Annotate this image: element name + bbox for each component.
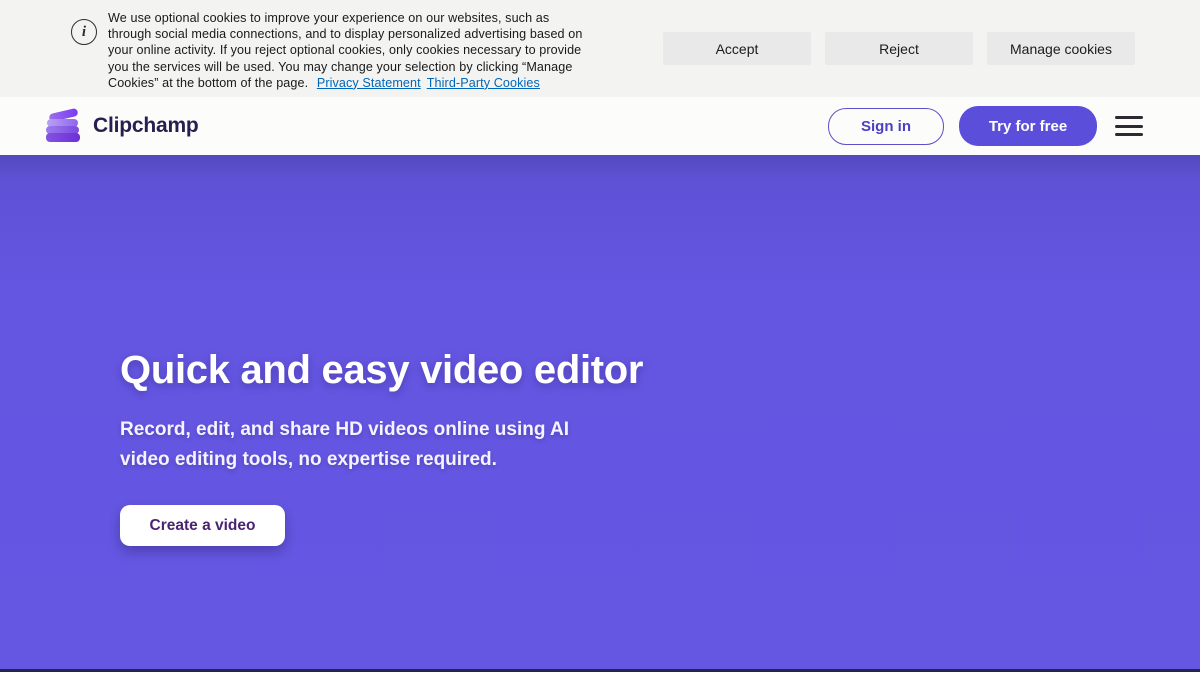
- reject-cookies-button[interactable]: Reject: [825, 32, 973, 65]
- hamburger-menu-icon[interactable]: [1115, 116, 1143, 136]
- cookie-message: We use optional cookies to improve your …: [108, 10, 582, 91]
- hero-subtitle: Record, edit, and share HD videos online…: [120, 415, 569, 475]
- sign-in-button[interactable]: Sign in: [828, 108, 944, 145]
- privacy-statement-link[interactable]: Privacy Statement: [317, 76, 421, 90]
- third-party-cookies-link[interactable]: Third-Party Cookies: [427, 76, 540, 90]
- cookie-message-line: We use optional cookies to improve your …: [108, 10, 582, 26]
- cookie-message-last-line: Cookies” at the bottom of the page. Priv…: [108, 75, 582, 91]
- cookie-consent-banner: i We use optional cookies to improve you…: [0, 0, 1200, 97]
- create-a-video-button[interactable]: Create a video: [120, 505, 285, 546]
- try-for-free-button[interactable]: Try for free: [959, 106, 1097, 146]
- cookie-message-line: you the services will be used. You may c…: [108, 59, 582, 75]
- brand-name: Clipchamp: [93, 114, 199, 138]
- cookie-message-line: your online activity. If you reject opti…: [108, 42, 582, 58]
- accept-cookies-button[interactable]: Accept: [663, 32, 811, 65]
- hero-subtitle-line: Record, edit, and share HD videos online…: [120, 415, 569, 445]
- cookie-message-text: Cookies” at the bottom of the page.: [108, 76, 308, 90]
- hero-title: Quick and easy video editor: [120, 348, 643, 393]
- hero-section: Quick and easy video editor Record, edit…: [0, 155, 1200, 672]
- hero-subtitle-line: video editing tools, no expertise requir…: [120, 445, 569, 475]
- clipchamp-logo-icon: [46, 111, 80, 142]
- clipchamp-logo[interactable]: Clipchamp: [46, 111, 199, 142]
- bottom-strip: [0, 669, 1200, 672]
- manage-cookies-button[interactable]: Manage cookies: [987, 32, 1135, 65]
- info-icon: i: [71, 19, 97, 45]
- site-header: Clipchamp Sign in Try for free: [0, 97, 1200, 155]
- cookie-message-line: through social media connections, and to…: [108, 26, 582, 42]
- cookie-actions: Accept Reject Manage cookies: [663, 32, 1135, 65]
